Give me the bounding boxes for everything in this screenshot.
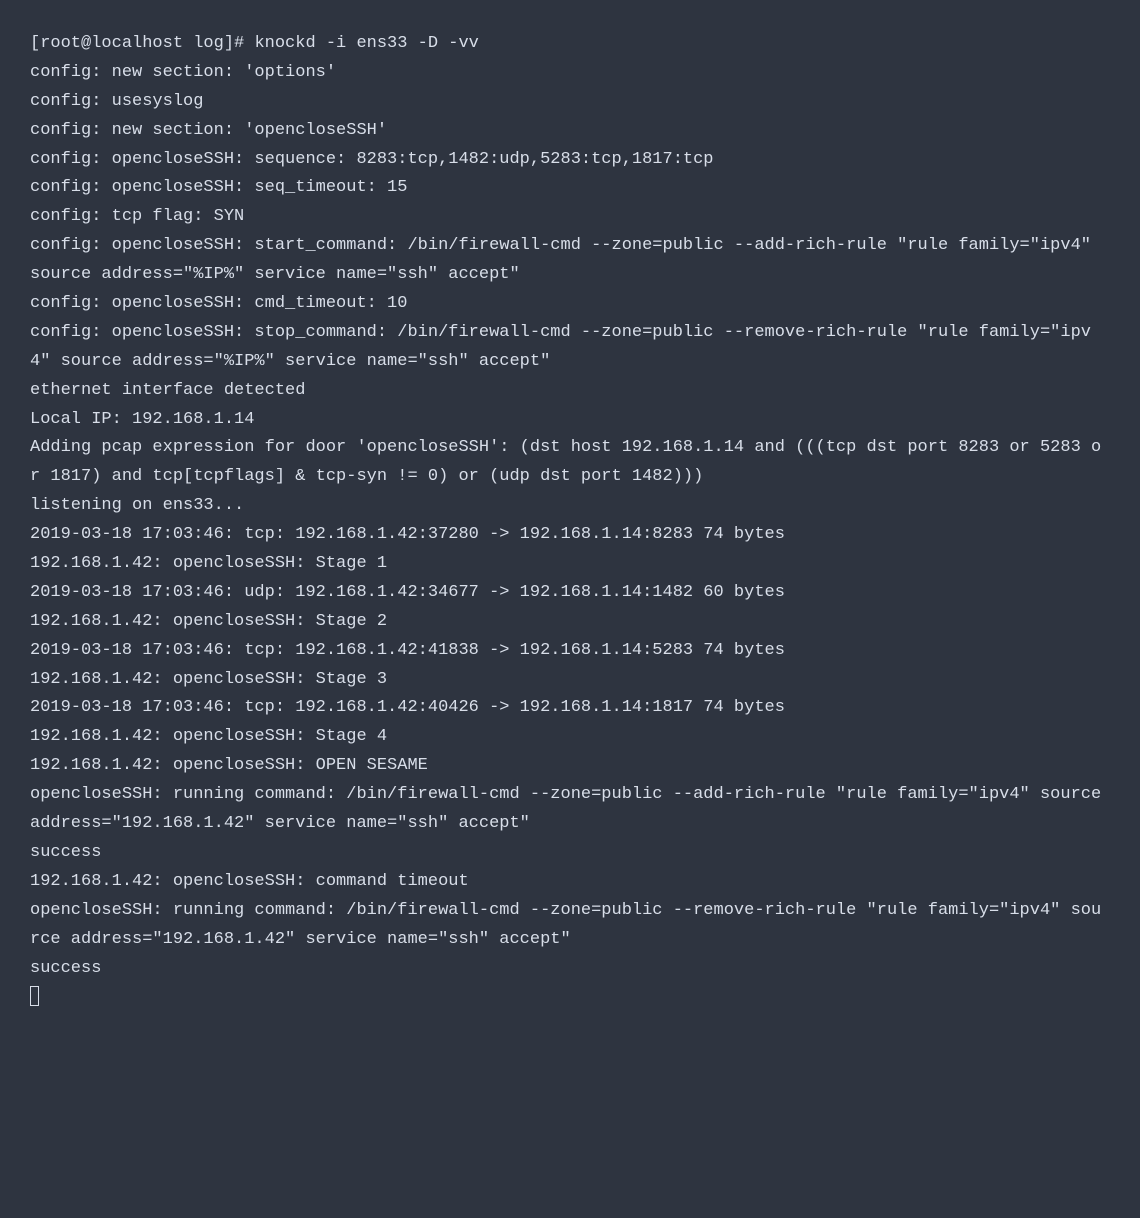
output-line: opencloseSSH: running command: /bin/fire… <box>30 901 1101 949</box>
output-line: 192.168.1.42: opencloseSSH: Stage 1 <box>30 554 387 573</box>
output-line: opencloseSSH: running command: /bin/fire… <box>30 785 1111 833</box>
output-line: config: opencloseSSH: sequence: 8283:tcp… <box>30 150 714 169</box>
output-line: config: tcp flag: SYN <box>30 207 244 226</box>
output-line: success <box>30 843 101 862</box>
output-line: config: usesyslog <box>30 92 203 111</box>
output-line: 192.168.1.42: opencloseSSH: Stage 4 <box>30 727 387 746</box>
output-line: config: new section: 'opencloseSSH' <box>30 121 387 140</box>
output-line: 192.168.1.42: opencloseSSH: Stage 2 <box>30 612 387 631</box>
output-line: 2019-03-18 17:03:46: tcp: 192.168.1.42:4… <box>30 641 785 660</box>
output-line: config: opencloseSSH: seq_timeout: 15 <box>30 178 407 197</box>
output-line: config: opencloseSSH: cmd_timeout: 10 <box>30 294 407 313</box>
output-line: config: opencloseSSH: start_command: /bi… <box>30 236 1101 284</box>
command-input: knockd -i ens33 -D -vv <box>254 34 478 53</box>
output-line: 192.168.1.42: opencloseSSH: Stage 3 <box>30 670 387 689</box>
output-line: Local IP: 192.168.1.14 <box>30 410 254 429</box>
output-line: 2019-03-18 17:03:46: tcp: 192.168.1.42:3… <box>30 525 785 544</box>
output-line: 192.168.1.42: opencloseSSH: OPEN SESAME <box>30 756 428 775</box>
output-line: 2019-03-18 17:03:46: udp: 192.168.1.42:3… <box>30 583 785 602</box>
output-line: config: new section: 'options' <box>30 63 336 82</box>
output-line: ethernet interface detected <box>30 381 305 400</box>
output-line: 192.168.1.42: opencloseSSH: command time… <box>30 872 469 891</box>
output-line: 2019-03-18 17:03:46: tcp: 192.168.1.42:4… <box>30 698 785 717</box>
output-line: success <box>30 959 101 978</box>
block-cursor-icon <box>30 986 39 1006</box>
output-line: listening on ens33... <box>30 496 244 515</box>
output-line: config: opencloseSSH: stop_command: /bin… <box>30 323 1091 371</box>
shell-prompt: [root@localhost log]# <box>30 34 254 53</box>
output-line: Adding pcap expression for door 'openclo… <box>30 438 1101 486</box>
terminal-output[interactable]: [root@localhost log]# knockd -i ens33 -D… <box>30 30 1110 1012</box>
